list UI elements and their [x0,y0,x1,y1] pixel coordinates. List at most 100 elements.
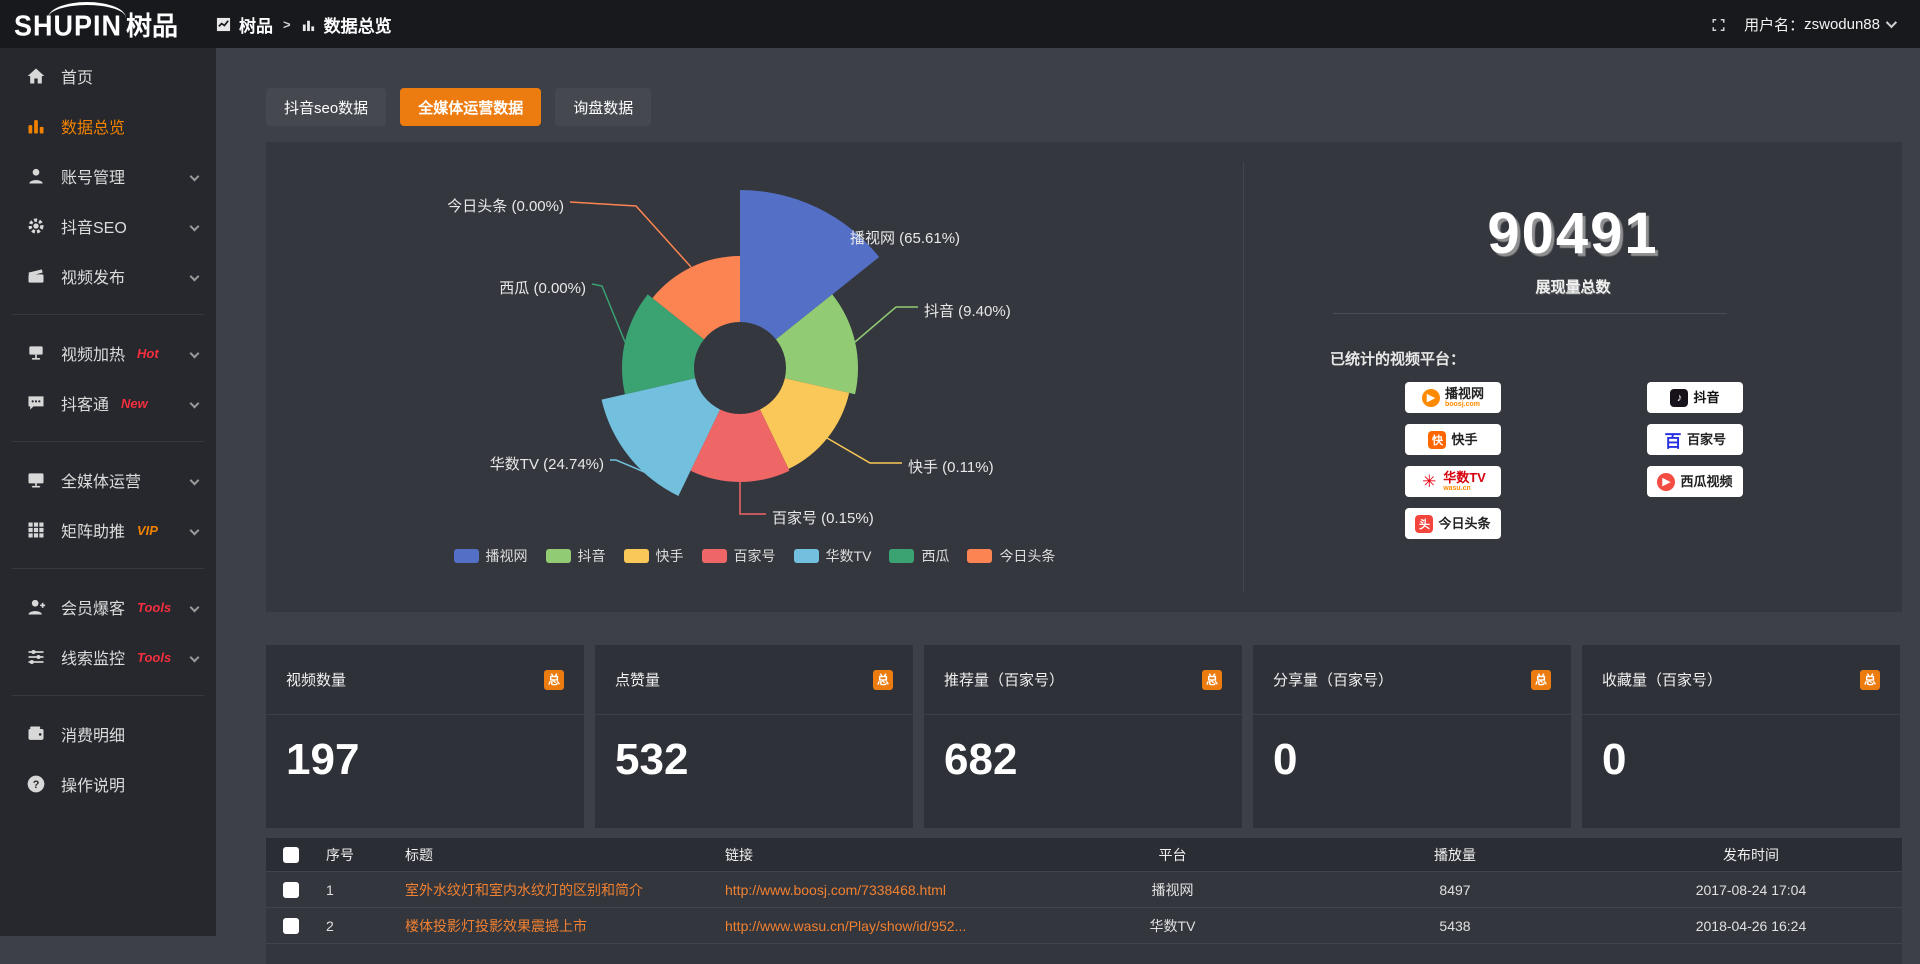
breadcrumb-current[interactable]: 数据总览 [324,12,392,37]
help-icon: ? [26,774,46,794]
chart-panel: 播视网 (65.61%)抖音 (9.40%)快手 (0.11%)百家号 (0.1… [266,142,1902,612]
platform-badge-抖音: ♪抖音 [1647,382,1743,413]
chevron-down-icon [190,602,200,612]
stat-card-收藏量（百家号）: 收藏量（百家号）总0 [1582,645,1900,828]
sidebar-item-label: 抖音SEO [61,214,127,238]
tab-抖音seo数据[interactable]: 抖音seo数据 [266,88,386,126]
sidebar-badge-new: New [121,396,148,411]
sidebar-item-label: 视频加热 [61,341,125,365]
chevron-down-icon [190,652,200,662]
table-row[interactable]: 2楼体投影灯投影效果震撼上市http://www.wasu.cn/Play/sh… [266,908,1902,944]
sidebar-item-消费明细[interactable]: 消费明细 [0,712,216,756]
pie-slice-华数TV[interactable] [602,378,720,496]
logo-text-en: SHUPIN [14,10,122,43]
legend-item-西瓜[interactable]: 西瓜 [889,546,949,566]
pie-label-line [570,202,691,267]
legend-item-快手[interactable]: 快手 [624,546,684,566]
table-row[interactable]: 1室外水纹灯和室内水纹灯的区别和简介http://www.boosj.com/7… [266,872,1902,908]
column-header-标题: 标题 [395,845,715,865]
filter-icon [26,647,46,667]
stat-card-value: 0 [1253,715,1571,785]
table-cell: 8497 [1310,882,1600,898]
row-checkbox[interactable] [283,918,299,934]
summary-divider [1333,313,1727,314]
sidebar-item-label: 全媒体运营 [61,468,141,492]
stat-card-title: 推荐量（百家号） [944,669,1064,690]
pie-label-line [740,482,766,514]
pie-label-百家号: 百家号 (0.15%) [772,510,874,527]
pie-label-华数TV: 华数TV (24.74%) [490,456,604,473]
sidebar-item-线索监控[interactable]: 线索监控Tools [0,635,216,679]
platform-name: 华数TV [1443,471,1486,484]
total-impressions-label: 展现量总数 [1244,276,1902,297]
sidebar-item-视频加热[interactable]: 视频加热Hot [0,331,216,375]
platform-badge-今日头条: 头今日头条 [1405,508,1501,539]
column-header-序号: 序号 [316,845,395,865]
快手-logo-icon: 快 [1428,431,1446,449]
stat-card-点赞量: 点赞量总532 [595,645,913,828]
platforms-label: 已统计的视频平台： [1330,348,1465,369]
legend-item-今日头条[interactable]: 今日头条 [967,546,1055,566]
sidebar-item-全媒体运营[interactable]: 全媒体运营 [0,458,216,502]
row-checkbox[interactable] [283,882,299,898]
legend-swatch [702,549,727,563]
username-value: zswodun88 [1804,16,1880,33]
legend-item-抖音[interactable]: 抖音 [546,546,606,566]
heat-icon [26,343,46,363]
sidebar-item-label: 视频发布 [61,264,125,288]
platform-badge-播视网: ▶播视网boosj.com [1405,382,1501,413]
legend-item-百家号[interactable]: 百家号 [702,546,776,566]
home-icon [26,66,46,86]
table-cell: 华数TV [1035,916,1310,936]
video-title-link[interactable]: 室外水纹灯和室内水纹灯的区别和简介 [395,880,715,900]
video-url-link[interactable]: http://www.boosj.com/7338468.html [715,882,1035,898]
sidebar-item-数据总览[interactable]: 数据总览 [0,104,216,148]
stat-cards-row: 视频数量总197点赞量总532推荐量（百家号）总682分享量（百家号）总0收藏量… [266,645,1902,828]
sidebar-item-抖客通[interactable]: 抖客通New [0,381,216,425]
stat-card-header: 视频数量总 [266,645,584,715]
tab-询盘数据[interactable]: 询盘数据 [555,88,651,126]
table-cell: 2017-08-24 17:04 [1600,882,1902,898]
chevron-down-icon [190,525,200,535]
chevron-down-icon [190,475,200,485]
platform-sub: wasu.cn [1443,485,1486,492]
sidebar-item-矩阵助推[interactable]: 矩阵助推VIP [0,508,216,552]
platform-badge-华数TV: ✳华数TVwasu.cn [1405,466,1501,497]
chart-legend: 播视网抖音快手百家号 华数TV 西瓜今日头条 [266,546,1243,566]
breadcrumb-root[interactable]: 树品 [239,12,273,37]
user-icon [26,166,46,186]
select-all-checkbox[interactable] [283,847,299,863]
legend-item-华数TV[interactable]: 华数TV [794,546,872,566]
sidebar-item-首页[interactable]: 首页 [0,54,216,98]
chevron-down-icon [190,171,200,181]
videos-table: 序号标题链接平台播放量发布时间1室外水纹灯和室内水纹灯的区别和简介http://… [266,838,1902,964]
column-header-平台: 平台 [1035,845,1310,865]
sidebar-item-label: 数据总览 [61,114,125,138]
sidebar-item-label: 消费明细 [61,722,125,746]
legend-label: 华数TV [826,546,872,566]
sidebar-item-会员爆客[interactable]: 会员爆客Tools [0,585,216,629]
legend-label: 西瓜 [921,546,949,566]
video-url-link[interactable]: http://www.wasu.cn/Play/show/id/952... [715,918,1035,934]
sidebar-item-操作说明[interactable]: ?操作说明 [0,762,216,806]
stat-card-value: 197 [266,715,584,785]
sidebar-item-账号管理[interactable]: 账号管理 [0,154,216,198]
video-title-link[interactable]: 楼体投影灯投影效果震撼上市 [395,916,715,936]
sidebar-item-视频发布[interactable]: 视频发布 [0,254,216,298]
column-header-播放量: 播放量 [1310,845,1600,865]
username-area[interactable]: 用户名： zswodun88 [1744,14,1894,35]
chevron-down-icon [190,348,200,358]
sidebar-item-抖音SEO[interactable]: 抖音SEO [0,204,216,248]
table-cell: 5438 [1310,918,1600,934]
stat-card-title: 分享量（百家号） [1273,669,1393,690]
total-badge: 总 [544,670,564,690]
tab-全媒体运营数据[interactable]: 全媒体运营数据 [400,88,541,126]
total-badge: 总 [1531,670,1551,690]
username-label: 用户名： [1744,14,1804,35]
stat-card-title: 收藏量（百家号） [1602,669,1722,690]
stat-card-header: 推荐量（百家号）总 [924,645,1242,715]
legend-item-播视网[interactable]: 播视网 [454,546,528,566]
chevron-down-icon [190,398,200,408]
total-badge: 总 [873,670,893,690]
fullscreen-icon[interactable] [1711,17,1726,32]
